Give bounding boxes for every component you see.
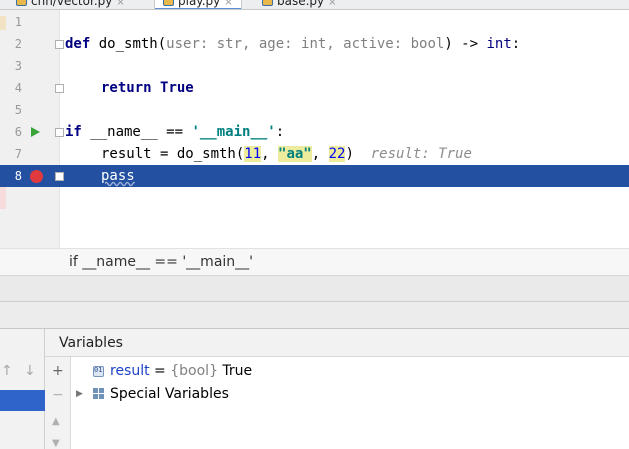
fold-end-icon[interactable] xyxy=(55,84,64,93)
colon: : xyxy=(275,124,285,140)
variables-toolbar: + − ▲ ▼ xyxy=(45,357,71,449)
separator: , xyxy=(311,146,329,162)
variable-value: True xyxy=(217,363,253,379)
equals: = xyxy=(149,363,171,379)
tab-play[interactable]: play.py × xyxy=(154,0,242,9)
number-literal: 22 xyxy=(328,146,346,162)
code-text: def do_smth(user: str, age: int, active:… xyxy=(65,33,520,55)
variables-header: Variables xyxy=(45,329,629,357)
debug-toolbar-area xyxy=(0,302,629,329)
variable-type: {bool} xyxy=(170,363,218,379)
bool-value-icon xyxy=(93,366,104,377)
keyword-true: True xyxy=(160,80,194,96)
breadcrumb[interactable]: if __name__ == '__main__' xyxy=(0,248,629,276)
up-arrow-icon[interactable]: ↑ xyxy=(1,363,13,379)
panel-splitter[interactable] xyxy=(0,276,629,302)
run-icon[interactable] xyxy=(31,127,40,137)
colon: : xyxy=(511,36,521,52)
code-line-8-current[interactable]: 8 pass xyxy=(0,165,629,187)
variables-title: Variables xyxy=(59,335,123,351)
tab-base[interactable]: base.py × xyxy=(262,0,337,9)
condition: __name__ == xyxy=(81,124,192,140)
close-icon[interactable]: × xyxy=(116,0,124,8)
code-editor[interactable]: 1 2 def do_smth(user: str, age: int, act… xyxy=(0,10,629,248)
line-number: 7 xyxy=(14,147,22,161)
expand-arrow-icon[interactable]: ▶ xyxy=(76,383,83,405)
variable-name: Special Variables xyxy=(110,386,229,402)
line-number: 8 xyxy=(14,169,22,183)
variable-row-special[interactable]: ▶ Special Variables xyxy=(71,383,629,405)
return-type: int xyxy=(486,36,512,52)
return-arrow: ) -> xyxy=(444,36,487,52)
line-number: 3 xyxy=(14,59,22,73)
number-literal: 11 xyxy=(244,146,262,162)
keyword-if: if xyxy=(65,124,82,140)
separator: , xyxy=(261,146,279,162)
line-number: 6 xyxy=(14,125,22,139)
code-line-5[interactable]: 5 xyxy=(0,99,629,121)
function-name: do_smth( xyxy=(90,36,167,52)
remove-icon[interactable]: − xyxy=(52,388,64,402)
variable-text: result = {bool} True xyxy=(110,360,252,382)
tab-cnn-vector[interactable]: cnn/vector.py × xyxy=(16,0,125,9)
python-file-icon xyxy=(262,0,273,6)
code-line-2[interactable]: 2 def do_smth(user: str, age: int, activ… xyxy=(0,33,629,55)
code-line-6[interactable]: 6 if __name__ == '__main__': xyxy=(0,121,629,143)
line-number: 2 xyxy=(14,37,22,51)
python-file-icon xyxy=(16,0,27,6)
fold-icon[interactable] xyxy=(55,128,64,137)
close-icon[interactable]: × xyxy=(224,0,232,8)
tab-label: play.py xyxy=(178,0,221,8)
tab-label: base.py xyxy=(277,0,325,8)
inline-debug-value: result: True xyxy=(370,146,472,162)
line-number: 1 xyxy=(14,15,22,29)
code-line-4[interactable]: 4 return True xyxy=(0,77,629,99)
line-number: 4 xyxy=(14,81,22,95)
assignment: result = do_smth( xyxy=(101,146,245,162)
breadcrumb-item[interactable]: if __name__ == '__main__' xyxy=(69,254,253,270)
tab-label: cnn/vector.py xyxy=(31,0,113,8)
move-down-icon[interactable]: ▼ xyxy=(52,437,60,449)
python-file-icon xyxy=(163,0,174,6)
line-number: 5 xyxy=(14,103,22,117)
code-text: if __name__ == '__main__': xyxy=(65,121,284,143)
keyword-def: def xyxy=(65,36,91,52)
code-text: pass xyxy=(101,168,135,184)
variable-row-result[interactable]: result = {bool} True xyxy=(71,360,629,382)
string-literal: '__main__' xyxy=(191,124,276,140)
code-line-1[interactable]: 1 xyxy=(0,11,629,33)
fold-icon[interactable] xyxy=(55,40,64,49)
selected-frame[interactable] xyxy=(0,390,45,411)
down-arrow-icon[interactable]: ↓ xyxy=(24,363,36,379)
code-text: result = do_smth(11, "aa", 22) result: T… xyxy=(101,143,472,165)
breakpoint-icon[interactable] xyxy=(30,170,43,183)
code-line-7[interactable]: 7 result = do_smth(11, "aa", 22) result:… xyxy=(0,143,629,165)
variable-name: result xyxy=(110,363,150,379)
editor-tab-bar: cnn/vector.py × play.py × base.py × xyxy=(0,0,629,10)
fold-end-icon[interactable] xyxy=(55,172,64,181)
frames-panel[interactable]: ↑ ↓ xyxy=(0,329,45,449)
special-variables-icon xyxy=(93,388,104,399)
close-paren: ) xyxy=(345,146,354,162)
string-literal: "aa" xyxy=(278,146,312,162)
code-text: return True xyxy=(101,77,194,99)
code-line-3[interactable]: 3 xyxy=(0,55,629,77)
close-icon[interactable]: × xyxy=(328,0,336,8)
keyword-return: return xyxy=(101,80,152,96)
move-up-icon[interactable]: ▲ xyxy=(52,415,60,429)
parameter-list: user: str, age: int, active: bool xyxy=(166,36,445,52)
add-icon[interactable]: + xyxy=(52,364,64,378)
